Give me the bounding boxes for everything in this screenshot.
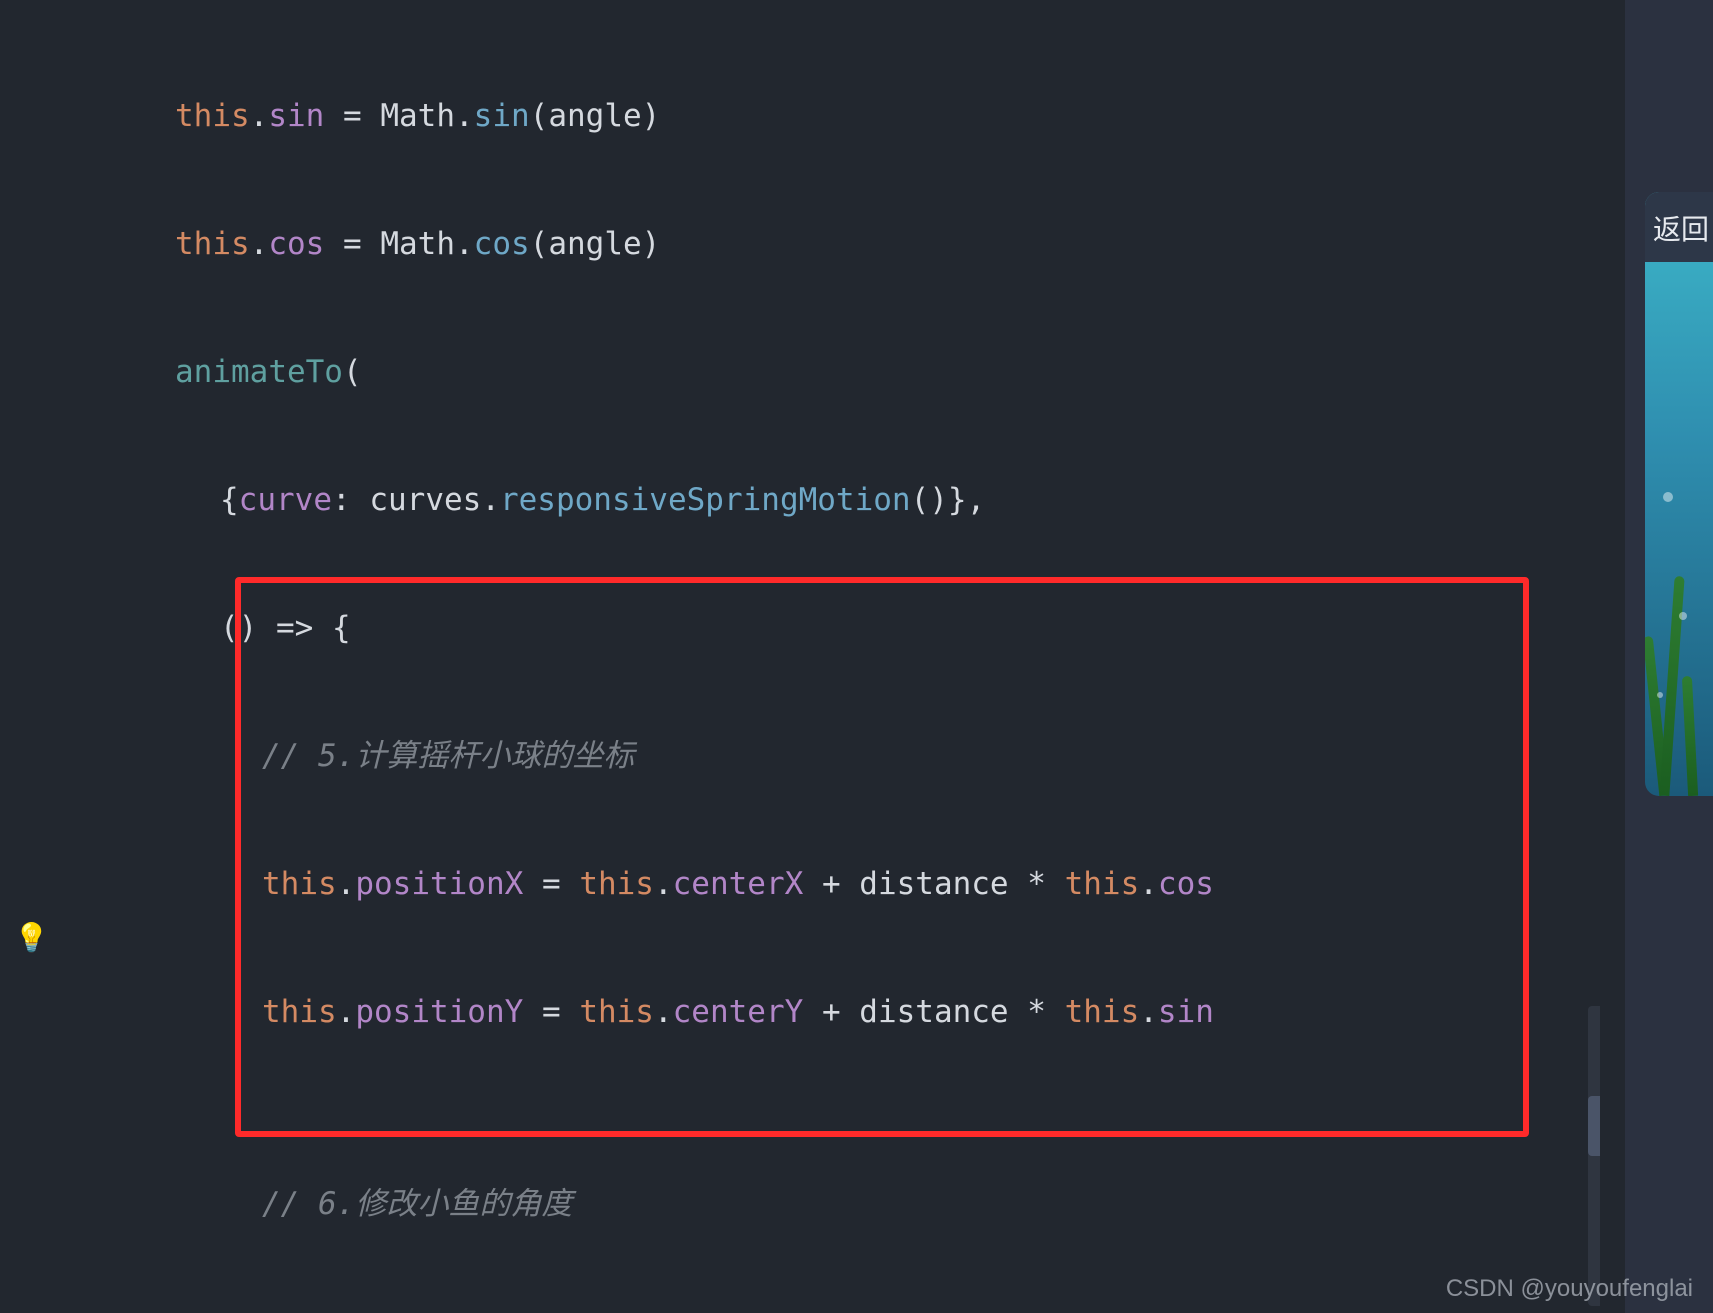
scrollbar-thumb[interactable]	[1588, 1096, 1600, 1156]
back-button[interactable]: 返回	[1653, 208, 1709, 248]
watermark-text: CSDN @youyoufenglai	[1446, 1275, 1693, 1303]
bubble-icon	[1657, 692, 1663, 698]
editor-viewport: this.sin = Math.sin(angle) this.cos = Ma…	[0, 0, 1713, 1313]
code-block: this.sin = Math.sin(angle) this.cos = Ma…	[0, 0, 1600, 1313]
keyword-this: this	[175, 98, 250, 134]
comment-step6: // 6.修改小鱼的角度	[262, 1186, 572, 1222]
bubble-icon	[1663, 492, 1673, 502]
scrollbar-track[interactable]	[1588, 1006, 1600, 1306]
seaweed-icon	[1659, 576, 1684, 796]
lightbulb-icon[interactable]: 💡	[14, 924, 42, 952]
bubble-icon	[1679, 612, 1687, 620]
seaweed-icon	[1682, 676, 1698, 796]
code-editor[interactable]: this.sin = Math.sin(angle) this.cos = Ma…	[0, 0, 1600, 1313]
preview-topbar: 返回	[1645, 192, 1713, 262]
device-preview[interactable]: 返回	[1645, 192, 1713, 796]
comment-step5: // 5.计算摇杆小球的坐标	[262, 738, 634, 774]
fn-animateTo: animateTo	[175, 354, 343, 390]
